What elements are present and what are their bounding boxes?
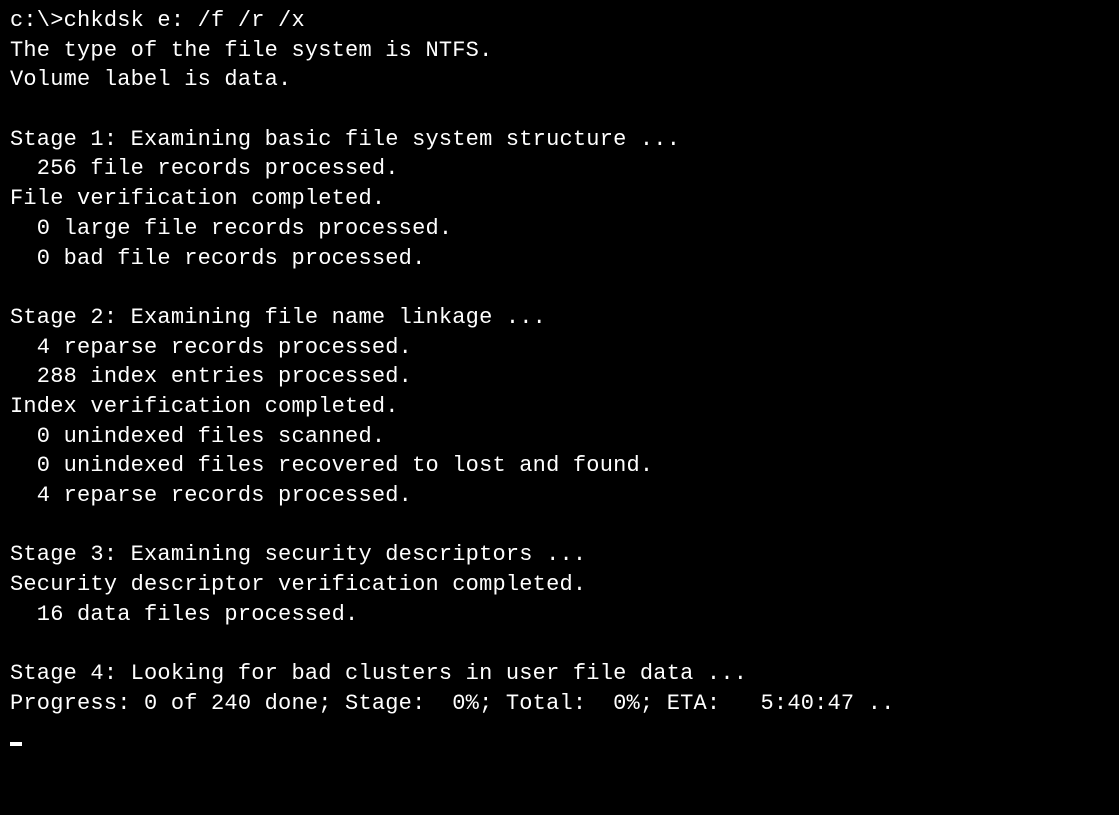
stage3-title: Stage 3: Examining security descriptors … xyxy=(10,540,1109,570)
stage2-reparse1: 4 reparse records processed. xyxy=(10,333,1109,363)
stage2-verify: Index verification completed. xyxy=(10,392,1109,422)
terminal-output[interactable]: c:\>chkdsk e: /f /r /x The type of the f… xyxy=(10,6,1109,748)
blank-line xyxy=(10,95,1109,125)
stage3-data-files: 16 data files processed. xyxy=(10,600,1109,630)
stage1-bad: 0 bad file records processed. xyxy=(10,244,1109,274)
stage2-reparse2: 4 reparse records processed. xyxy=(10,481,1109,511)
stage1-title: Stage 1: Examining basic file system str… xyxy=(10,125,1109,155)
command-text: chkdsk e: /f /r /x xyxy=(64,8,305,33)
blank-line xyxy=(10,511,1109,541)
blank-line xyxy=(10,273,1109,303)
command-line: c:\>chkdsk e: /f /r /x xyxy=(10,6,1109,36)
stage4-progress: Progress: 0 of 240 done; Stage: 0%; Tota… xyxy=(10,689,1109,719)
prompt: c:\> xyxy=(10,8,64,33)
stage3-verify: Security descriptor verification complet… xyxy=(10,570,1109,600)
stage4-title: Stage 4: Looking for bad clusters in use… xyxy=(10,659,1109,689)
blank-line xyxy=(10,629,1109,659)
stage2-index: 288 index entries processed. xyxy=(10,362,1109,392)
stage2-title: Stage 2: Examining file name linkage ... xyxy=(10,303,1109,333)
volume-label-line: Volume label is data. xyxy=(10,65,1109,95)
fs-type-line: The type of the file system is NTFS. xyxy=(10,36,1109,66)
cursor-icon xyxy=(10,742,22,746)
stage1-file-records: 256 file records processed. xyxy=(10,154,1109,184)
stage1-large: 0 large file records processed. xyxy=(10,214,1109,244)
stage1-verify: File verification completed. xyxy=(10,184,1109,214)
stage2-unindexed-scanned: 0 unindexed files scanned. xyxy=(10,422,1109,452)
stage2-unindexed-recovered: 0 unindexed files recovered to lost and … xyxy=(10,451,1109,481)
